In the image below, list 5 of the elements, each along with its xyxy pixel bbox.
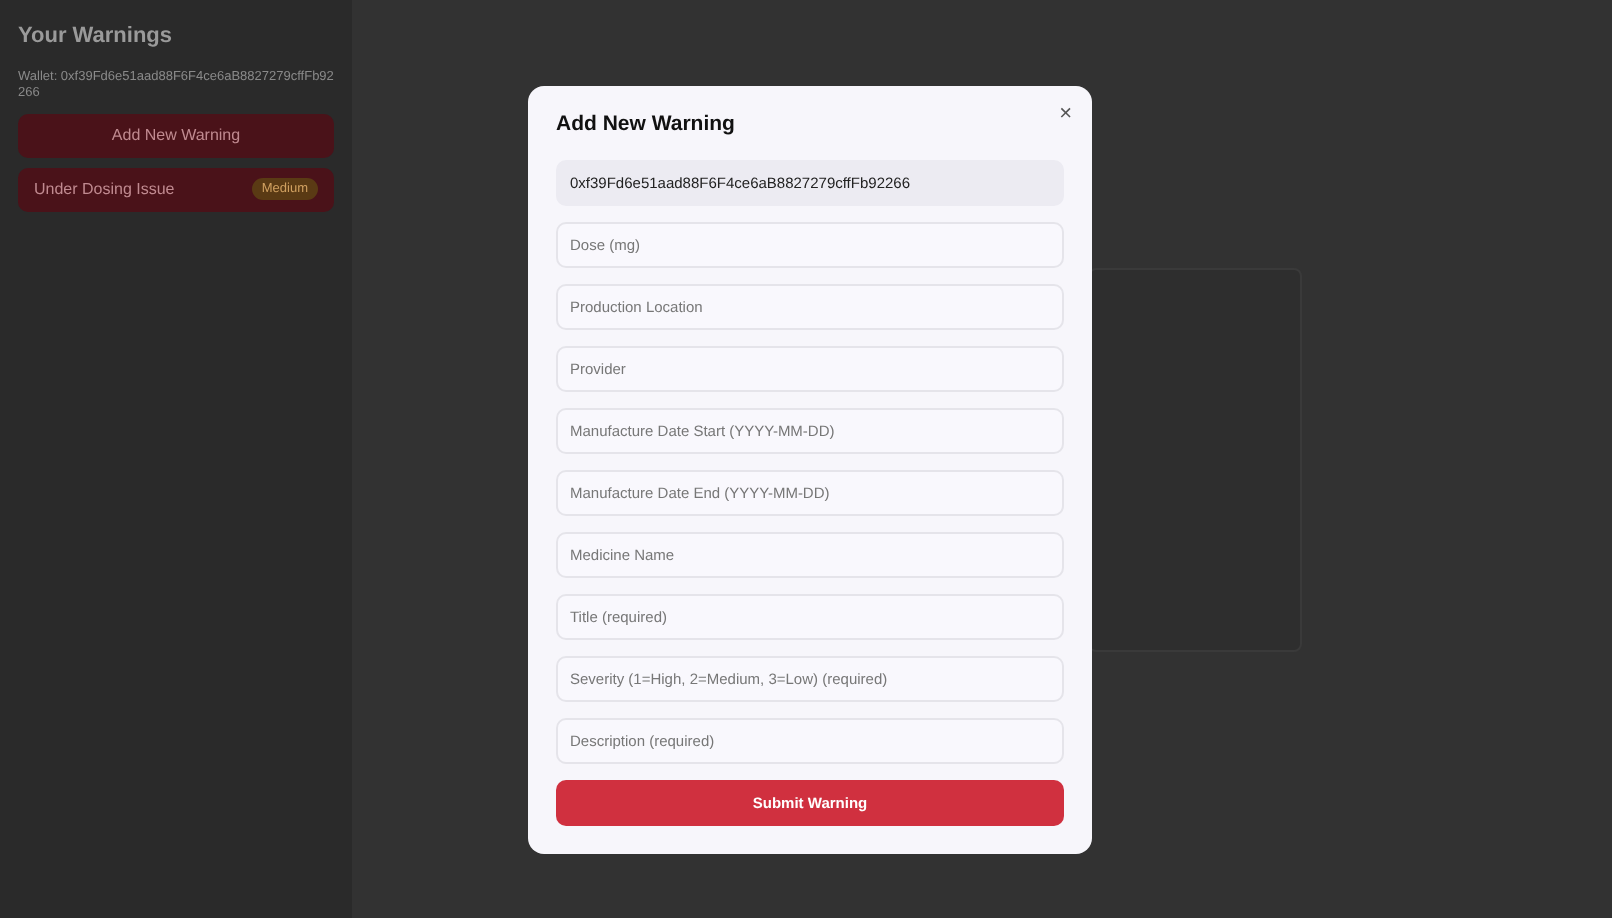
close-button[interactable]: ×: [1051, 102, 1072, 126]
add-warning-button[interactable]: Add New Warning: [18, 113, 334, 158]
sidebar-title: Your Warnings: [18, 24, 174, 48]
modal-title: Add New Warning: [556, 112, 735, 136]
warning-title: Under Dosing Issue: [34, 180, 175, 199]
